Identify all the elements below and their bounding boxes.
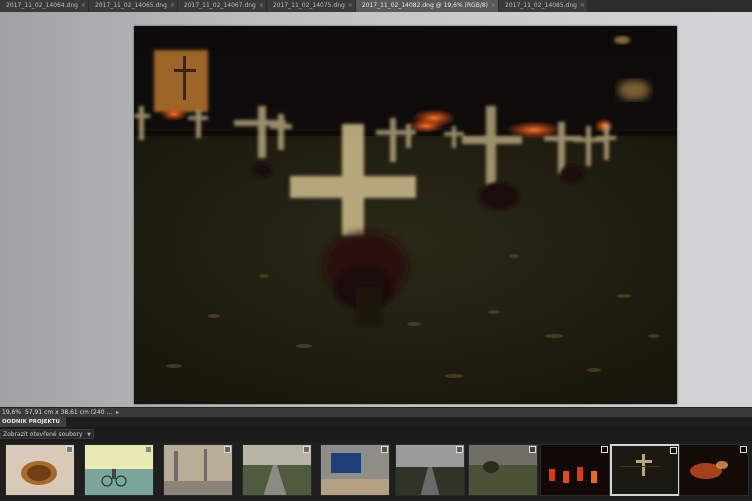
food-thumbnail[interactable]: [5, 444, 75, 496]
tab-14064[interactable]: 2017_11_02_14064.dng ×: [0, 0, 88, 12]
thumbnail-strip: [0, 441, 752, 501]
document-icon: [66, 446, 73, 453]
candles-thumbnail[interactable]: [540, 444, 610, 496]
food-image: [21, 461, 57, 485]
tab-14065[interactable]: 2017_11_02_14065.dng ×: [88, 0, 177, 12]
chevron-down-icon: ▼: [87, 432, 91, 438]
document-icon: [740, 446, 747, 453]
zoom-level[interactable]: 19,6%: [2, 409, 21, 416]
tab-14082-active[interactable]: 2017_11_02_14082.dng @ 19,6% (RGB/8) ×: [355, 0, 499, 12]
close-icon[interactable]: ×: [580, 0, 585, 12]
tab-label: 2017_11_02_14064.dng: [6, 2, 78, 9]
status-bar: 19,6% 57,91 cm x 38,61 cm (240 ... ▸: [0, 407, 752, 417]
document-size-info: 57,91 cm x 38,61 cm (240 ...: [24, 409, 113, 416]
tab-14067[interactable]: 2017_11_02_14067.dng ×: [177, 0, 266, 12]
show-files-dropdown[interactable]: Zobrazit otevřené soubory ▼: [0, 429, 94, 439]
close-icon[interactable]: ×: [259, 0, 264, 12]
document-icon: [456, 446, 463, 453]
close-icon[interactable]: ×: [491, 0, 496, 12]
tab-14075[interactable]: 2017_11_02_14075.dng ×: [266, 0, 355, 12]
document-icon: [145, 446, 152, 453]
bin-toolbar: Zobrazit otevřené soubory ▼: [0, 427, 752, 441]
document-icon: [601, 446, 608, 453]
document-icon: [381, 446, 388, 453]
cemetery-thumbnail[interactable]: [610, 444, 680, 496]
cyclist-image: [85, 445, 153, 495]
field-thumbnail[interactable]: [468, 444, 538, 496]
desk-thumbnail[interactable]: [320, 444, 390, 496]
triangle-right-icon[interactable]: ▸: [116, 409, 119, 416]
field-image: [469, 445, 537, 495]
road-thumbnail[interactable]: [242, 444, 312, 496]
cemetery-photo: [134, 26, 677, 404]
road-dusk-thumbnail[interactable]: [395, 444, 465, 496]
tab-label: 2017_11_02_14075.dng: [272, 2, 345, 9]
document-icon: [529, 446, 536, 453]
close-icon[interactable]: ×: [348, 0, 353, 12]
document-canvas[interactable]: [134, 26, 677, 404]
cyclist-thumbnail[interactable]: [84, 444, 154, 496]
tab-label: 2017_11_02_14067.dng: [183, 2, 256, 9]
street-image: [164, 445, 232, 495]
candles-image: [541, 445, 609, 495]
street-thumbnail[interactable]: [163, 444, 233, 496]
dropdown-value: Zobrazit otevřené soubory: [3, 431, 83, 438]
lights-thumbnail[interactable]: [679, 444, 749, 496]
tab-label: 2017_11_02_14065.dng: [94, 2, 167, 9]
road-image: [243, 445, 311, 495]
lights-image: [680, 445, 748, 495]
project-bin-panel: OODNIK PROJEKTU Zobrazit otevřené soubor…: [0, 417, 752, 501]
document-icon: [224, 446, 231, 453]
desk-image: [321, 445, 389, 495]
panel-title[interactable]: OODNIK PROJEKTU: [0, 417, 66, 427]
close-icon[interactable]: ×: [81, 0, 86, 12]
road-dusk-image: [396, 445, 464, 495]
document-tab-bar: 2017_11_02_14064.dng × 2017_11_02_14065.dn…: [0, 0, 752, 12]
tab-14085[interactable]: 2017_11_02_14085.dng ×: [499, 0, 587, 12]
tab-label: 2017_11_02_14082.dng @ 19,6% (RGB/8): [361, 2, 489, 9]
document-icon: [670, 447, 677, 454]
tab-label: 2017_11_02_14085.dng: [505, 2, 577, 9]
close-icon[interactable]: ×: [170, 0, 175, 12]
canvas-workspace[interactable]: [0, 12, 752, 407]
document-icon: [303, 446, 310, 453]
